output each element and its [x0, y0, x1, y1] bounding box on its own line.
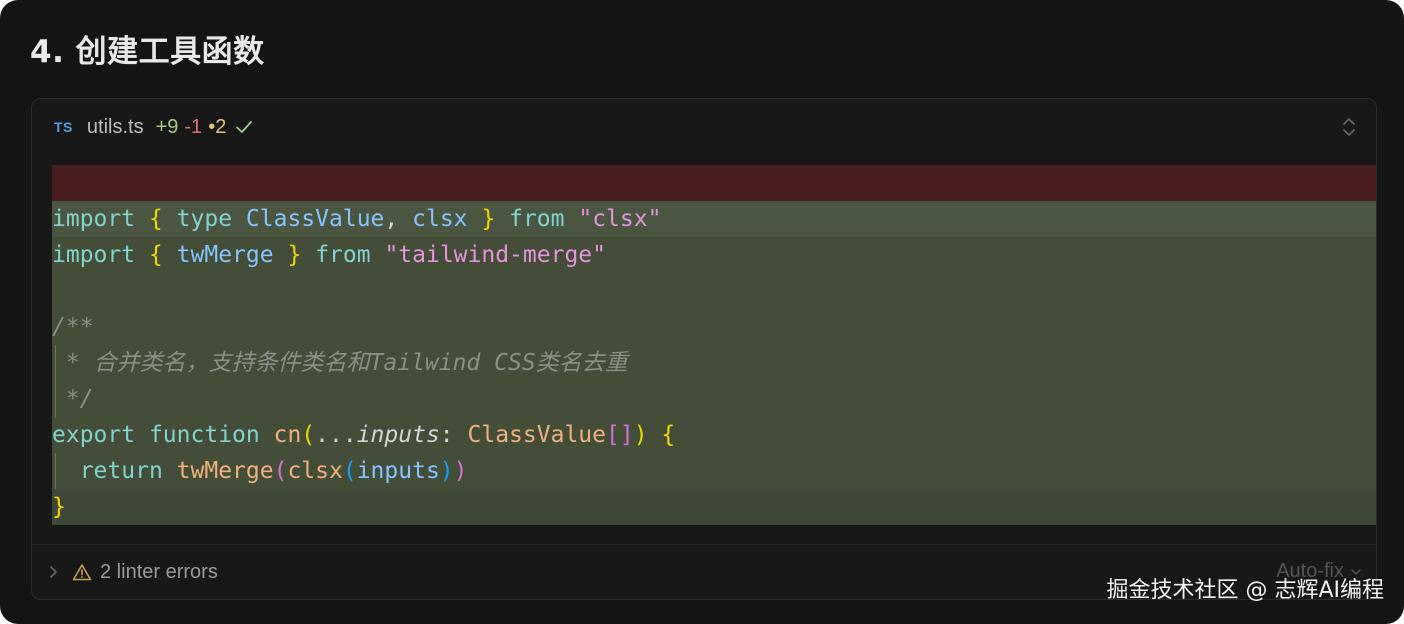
- code-token: }: [287, 242, 302, 268]
- watermark: 掘金技术社区 @ 志辉AI编程: [1106, 578, 1384, 603]
- additions-count: +9: [155, 115, 179, 138]
- code-token: twMerge: [176, 242, 274, 268]
- file-name: utils.ts: [86, 115, 144, 138]
- warning-icon: [72, 563, 92, 581]
- code-token: :: [439, 422, 454, 448]
- typescript-file-icon: TS: [54, 119, 73, 135]
- code-token: ): [453, 458, 468, 484]
- code-token: {: [661, 422, 676, 448]
- code-token: twMerge: [176, 458, 274, 484]
- code-token: ): [633, 422, 648, 448]
- code-line-comment-open: /**: [52, 309, 1376, 345]
- code-token: ClassValue: [467, 422, 606, 448]
- code-comment: /**: [52, 314, 94, 340]
- code-token: type: [176, 206, 233, 232]
- code-token: (: [342, 458, 357, 484]
- code-token: from: [315, 242, 371, 268]
- code-token: import: [52, 206, 136, 232]
- code-line-return: return twMerge(clsx(inputs)): [52, 453, 1376, 489]
- code-token: clsx: [287, 458, 343, 484]
- code-token: ClassValue: [245, 206, 385, 232]
- code-comment: */: [52, 386, 94, 412]
- code-token: ,: [384, 206, 399, 232]
- expand-collapse-icon[interactable]: [1340, 116, 1358, 144]
- screenshot-frame: 4. 创建工具函数 TS utils.ts +9 -1 •2 import { …: [0, 0, 1404, 624]
- code-comment: * 合并类名，支持条件类名和Tailwind CSS类名去重: [52, 350, 628, 376]
- code-token: inputs: [356, 422, 440, 448]
- indent-guide: [55, 381, 56, 417]
- code-token: {: [148, 206, 163, 232]
- code-line-blank: [52, 273, 1376, 309]
- code-token: from: [509, 206, 565, 232]
- code-line-close-brace: }: [52, 489, 1376, 525]
- indent-guide: [55, 345, 56, 381]
- code-token: inputs: [356, 458, 440, 484]
- code-token: (: [273, 458, 288, 484]
- chevron-right-icon[interactable]: [48, 564, 60, 580]
- code-diff-card: TS utils.ts +9 -1 •2 import { type Class…: [31, 98, 1377, 600]
- code-token: {: [148, 242, 163, 268]
- code-token: "tailwind-merge": [384, 242, 606, 268]
- code-token: function: [148, 422, 260, 448]
- file-header[interactable]: TS utils.ts +9 -1 •2: [32, 99, 1376, 155]
- code-line-comment-close: */: [52, 381, 1376, 417]
- code-token: clsx: [412, 206, 468, 232]
- code-token: }: [52, 494, 66, 520]
- code-token: "clsx": [578, 206, 662, 232]
- code-token: }: [481, 206, 496, 232]
- indent-guide: [55, 453, 56, 489]
- code-line-import-clsx: import { type ClassValue, clsx } from "c…: [52, 201, 1376, 237]
- code-token: ): [439, 458, 454, 484]
- deletions-count: -1: [184, 115, 203, 138]
- code-token: cn: [273, 422, 302, 448]
- code-editor[interactable]: import { type ClassValue, clsx } from "c…: [52, 165, 1376, 525]
- modifications-count: •2: [208, 115, 227, 138]
- code-line-comment-body: * 合并类名，支持条件类名和Tailwind CSS类名去重: [52, 345, 1376, 381]
- code-token: export: [52, 422, 136, 448]
- code-token: import: [52, 242, 136, 268]
- removed-code-line: [52, 165, 1376, 201]
- code-token: ...: [315, 422, 357, 448]
- code-line-function-signature: export function cn(...inputs: ClassValue…: [52, 417, 1376, 453]
- code-token: []: [606, 422, 634, 448]
- code-line-import-twmerge: import { twMerge } from "tailwind-merge": [52, 237, 1376, 273]
- section-heading: 4. 创建工具函数: [30, 34, 265, 70]
- linter-errors-toggle[interactable]: 2 linter errors: [100, 561, 218, 584]
- code-token: return: [79, 458, 163, 484]
- check-icon: [234, 117, 254, 137]
- code-token: (: [301, 422, 316, 448]
